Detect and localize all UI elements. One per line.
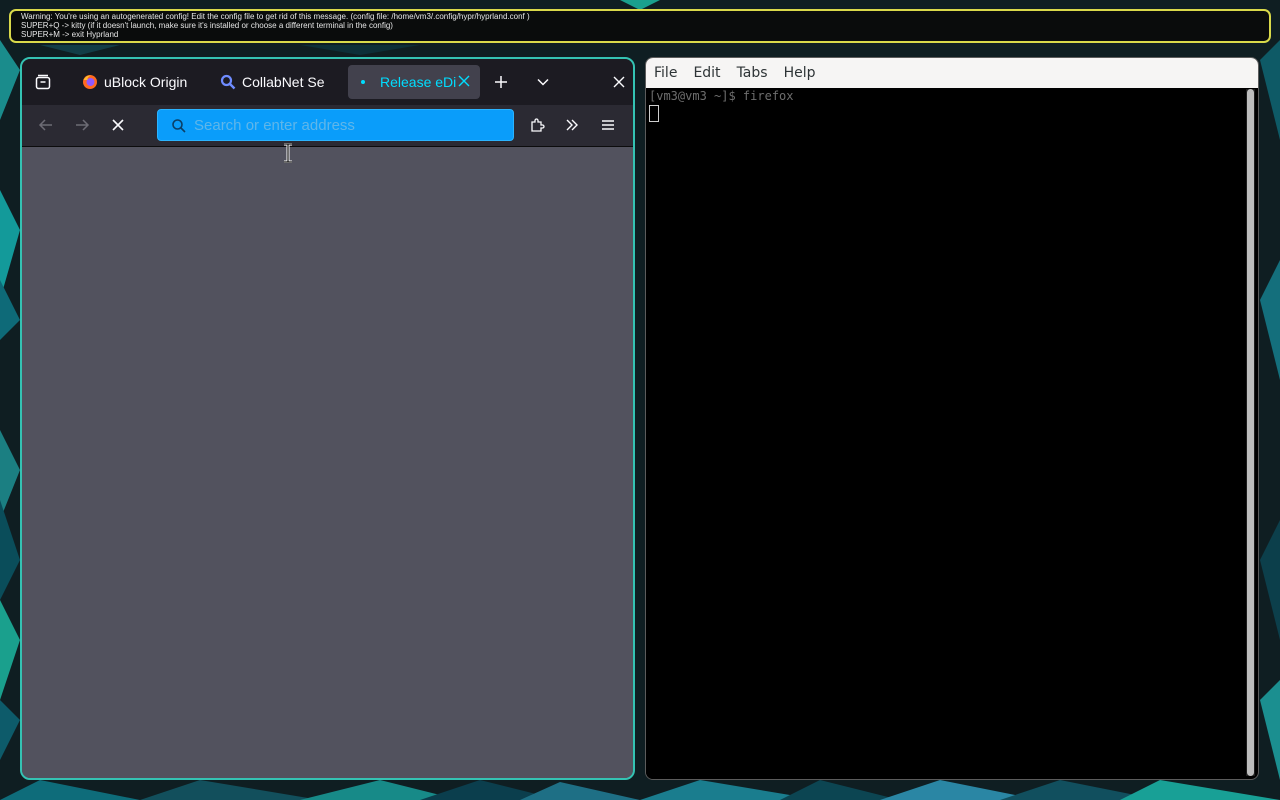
tab-collabnet[interactable]: CollabNet Se [210,65,334,99]
chevron-down-icon [537,78,549,86]
banner-line: SUPER+Q -> kitty (if it doesn't launch, … [21,21,393,30]
new-tab-button[interactable] [488,69,514,95]
extensions-button[interactable] [525,113,549,137]
double-chevron-right-icon [566,119,578,131]
forward-button[interactable] [70,113,94,137]
menu-edit[interactable]: Edit [693,65,720,81]
puzzle-piece-icon [531,118,545,132]
tab-title: Release eDi [380,74,457,90]
close-tab-icon[interactable] [458,74,470,90]
firefox-view-button[interactable] [30,69,56,95]
tab-title: CollabNet Se [242,74,325,90]
tab-title: uBlock Origin [104,74,188,90]
terminal-window: File Edit Tabs Help [vm3@vm3 ~]$ firefox [645,57,1259,780]
close-icon [112,119,124,131]
menu-tabs[interactable]: Tabs [737,65,768,81]
stop-loading-button[interactable] [106,113,130,137]
terminal-output[interactable]: [vm3@vm3 ~]$ firefox [646,88,1245,779]
terminal-scrollbar[interactable] [1246,89,1255,776]
terminal-cursor [649,105,659,122]
hyprland-warning-banner: Warning: You're using an autogenerated c… [9,9,1271,43]
firefox-view-icon [35,74,51,90]
list-all-tabs-button[interactable] [530,69,556,95]
tab-ublock-origin[interactable]: uBlock Origin [72,65,196,99]
url-bar[interactable] [157,109,514,141]
loading-dot-icon [358,74,374,90]
firefox-icon [82,74,98,90]
banner-line: SUPER+M -> exit Hyprland [21,30,119,39]
banner-line: Warning: You're using an autogenerated c… [21,12,530,21]
plus-icon [495,76,507,88]
terminal-prompt-line: [vm3@vm3 ~]$ firefox [649,89,794,103]
search-icon [220,74,236,90]
i-beam-cursor-icon [284,143,292,163]
menu-help[interactable]: Help [784,65,816,81]
arrow-left-icon [38,119,52,131]
close-icon [613,76,625,88]
close-window-button[interactable] [606,69,632,95]
tab-release-edi[interactable]: Release eDi [348,65,480,99]
navigation-toolbar [22,105,633,147]
firefox-window: uBlock Origin CollabNet Se Release eDi [20,57,635,780]
hamburger-menu-icon [602,120,614,130]
tab-bar: uBlock Origin CollabNet Se Release eDi [22,59,633,105]
address-input[interactable] [194,116,494,134]
overflow-menu-button[interactable] [560,113,584,137]
menu-file[interactable]: File [654,65,677,81]
scrollbar-thumb[interactable] [1247,89,1254,776]
arrow-right-icon [76,119,90,131]
search-icon [171,118,187,138]
back-button[interactable] [34,113,58,137]
terminal-menubar: File Edit Tabs Help [646,58,1258,88]
application-menu-button[interactable] [596,113,620,137]
browser-content-area[interactable] [22,148,633,778]
